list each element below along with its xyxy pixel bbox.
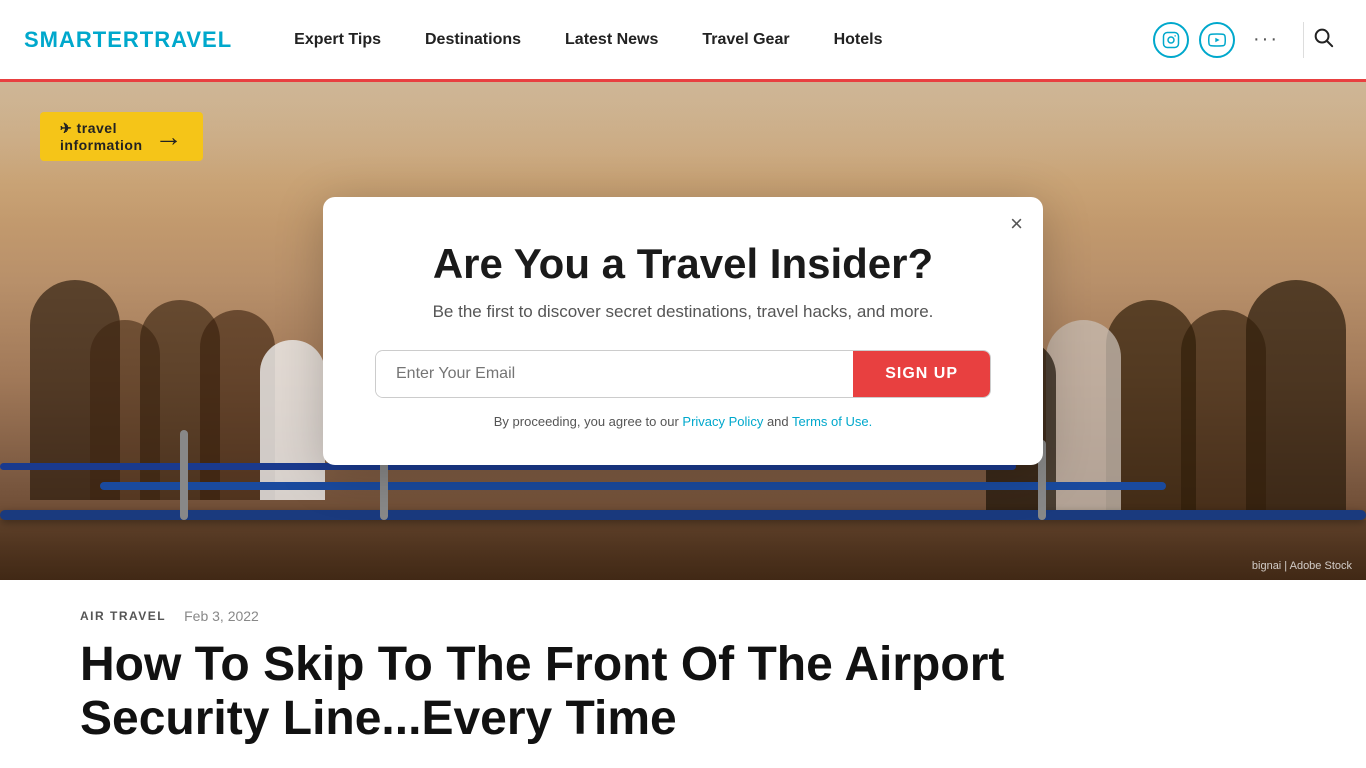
youtube-icon[interactable] bbox=[1199, 22, 1235, 58]
logo-travel: TRAVEL bbox=[140, 27, 232, 52]
article-meta: AIR TRAVEL Feb 3, 2022 bbox=[0, 580, 1366, 624]
hero-section: ✈ travelinformation → bignai | Adobe Sto… bbox=[0, 82, 1366, 580]
main-nav: Expert Tips Destinations Latest News Tra… bbox=[272, 0, 1153, 81]
logo-smarter: SMARTER bbox=[24, 27, 140, 52]
article-category[interactable]: AIR TRAVEL bbox=[80, 609, 166, 623]
article-date: Feb 3, 2022 bbox=[184, 608, 259, 624]
nav-hotels[interactable]: Hotels bbox=[812, 0, 905, 81]
more-icon[interactable]: ··· bbox=[1245, 24, 1287, 55]
search-icon[interactable] bbox=[1303, 22, 1342, 58]
privacy-policy-link[interactable]: Privacy Policy bbox=[682, 414, 763, 429]
modal-subtitle: Be the first to discover secret destinat… bbox=[375, 302, 991, 322]
article-section: AIR TRAVEL Feb 3, 2022 How To Skip To Th… bbox=[0, 580, 1366, 746]
newsletter-modal: × Are You a Travel Insider? Be the first… bbox=[323, 197, 1043, 464]
email-signup-row: SIGN UP bbox=[375, 350, 991, 398]
instagram-icon[interactable] bbox=[1153, 22, 1189, 58]
header-icons: ··· bbox=[1153, 22, 1342, 58]
article-title-line1: How To Skip To The Front Of The Airport bbox=[80, 638, 1004, 691]
site-logo[interactable]: SMARTERTRAVEL bbox=[24, 27, 232, 53]
signup-button[interactable]: SIGN UP bbox=[853, 351, 990, 397]
terms-link[interactable]: Terms of Use. bbox=[792, 414, 872, 429]
nav-expert-tips[interactable]: Expert Tips bbox=[272, 0, 403, 81]
nav-destinations[interactable]: Destinations bbox=[403, 0, 543, 81]
modal-title: Are You a Travel Insider? bbox=[375, 241, 991, 287]
and-word: and bbox=[767, 414, 789, 429]
site-header: SMARTERTRAVEL Expert Tips Destinations L… bbox=[0, 0, 1366, 82]
email-input[interactable] bbox=[376, 351, 853, 397]
article-title-line2: Security Line...Every Time bbox=[80, 692, 677, 745]
footer-text: By proceeding, you agree to our bbox=[494, 414, 679, 429]
article-title: How To Skip To The Front Of The Airport … bbox=[0, 624, 1100, 746]
modal-backdrop: × Are You a Travel Insider? Be the first… bbox=[0, 82, 1366, 580]
nav-travel-gear[interactable]: Travel Gear bbox=[680, 0, 811, 81]
nav-latest-news[interactable]: Latest News bbox=[543, 0, 680, 81]
modal-footer: By proceeding, you agree to our Privacy … bbox=[375, 414, 991, 429]
modal-close-button[interactable]: × bbox=[1010, 213, 1023, 235]
